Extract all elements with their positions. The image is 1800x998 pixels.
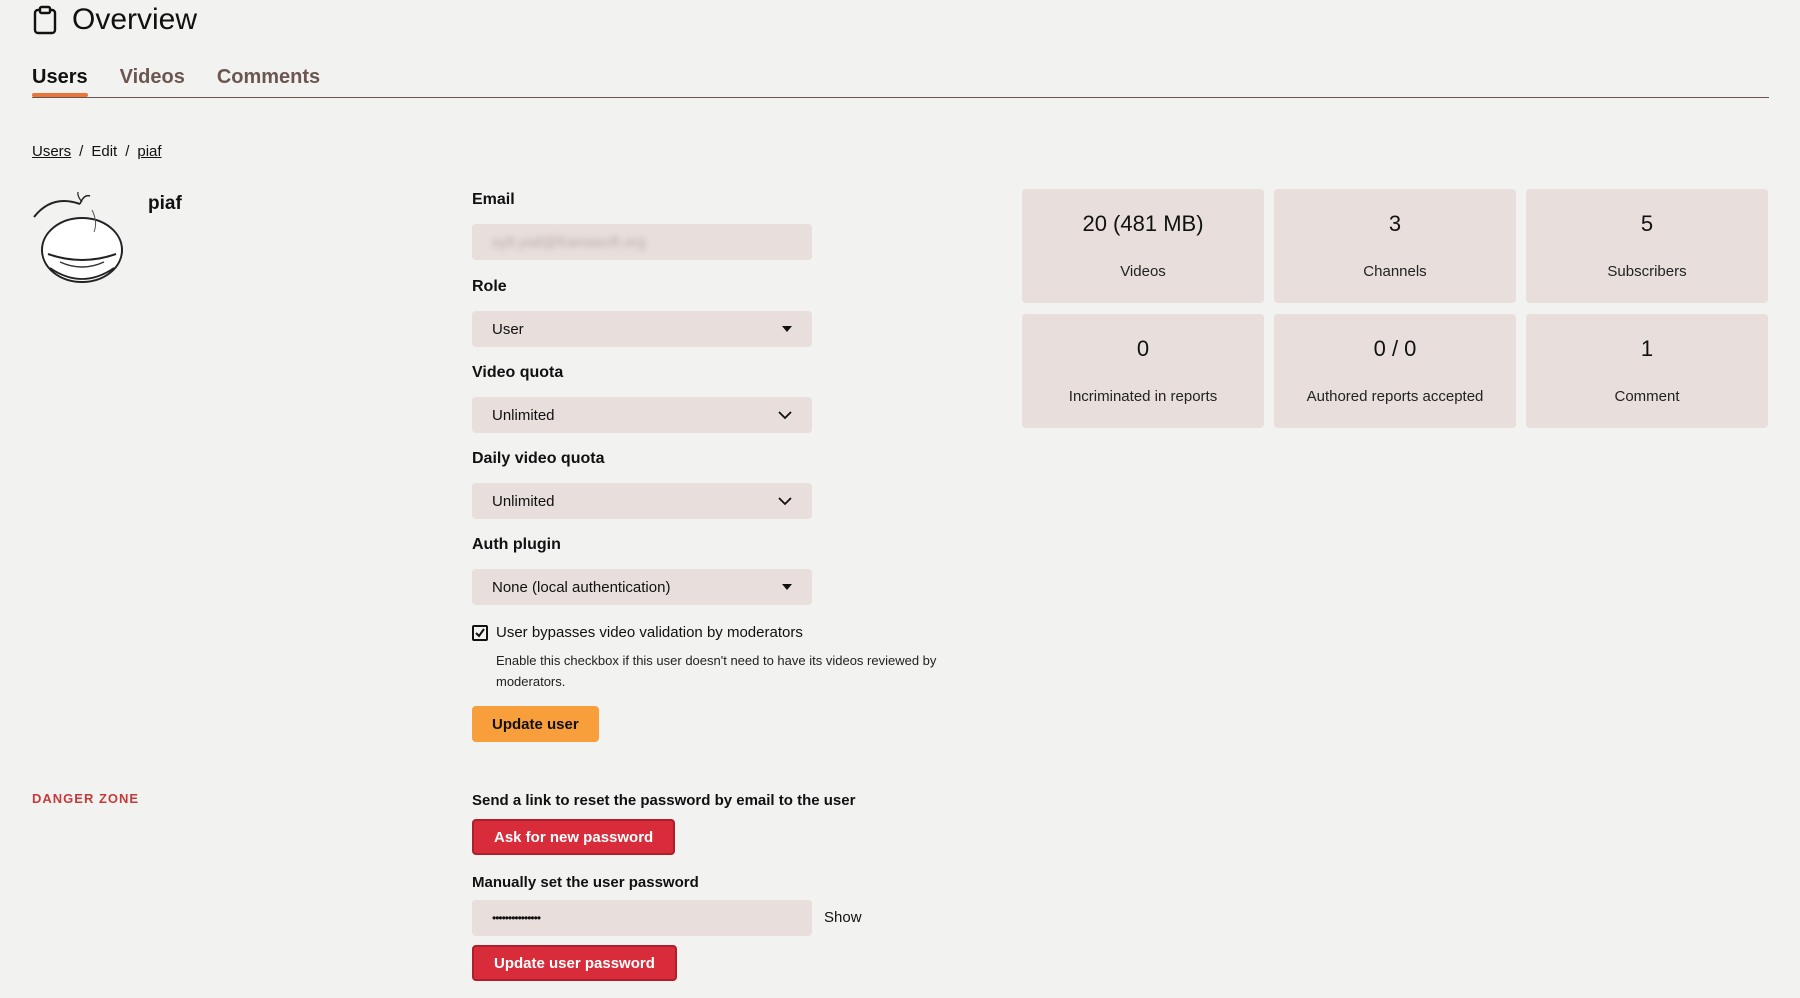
breadcrumb-user-link[interactable]: piaf: [137, 143, 161, 160]
video-quota-label: Video quota: [472, 364, 564, 381]
page-header: Overview: [32, 2, 197, 38]
user-name: piaf: [148, 193, 182, 214]
stat-label: Incriminated in reports: [1068, 388, 1218, 405]
stat-label: Subscribers: [1607, 263, 1687, 280]
stat-label: Channels: [1363, 263, 1427, 280]
role-value: User: [492, 320, 524, 338]
stat-label: Authored reports accepted: [1306, 388, 1484, 405]
stat-value: 1: [1640, 336, 1654, 361]
stat-value: 3: [1388, 211, 1402, 236]
show-password-toggle[interactable]: Show: [824, 909, 862, 926]
stat-videos: 20 (481 MB) Videos: [1022, 189, 1264, 303]
stat-authored-reports: 0 / 0 Authored reports accepted: [1274, 314, 1516, 428]
breadcrumb-edit: Edit: [91, 143, 118, 160]
bypass-checkbox[interactable]: [472, 624, 488, 641]
tabs-divider: [32, 97, 1769, 98]
daily-quota-value: Unlimited: [492, 492, 555, 510]
stat-subscribers: 5 Subscribers: [1526, 189, 1768, 303]
tab-comments[interactable]: Comments: [217, 66, 320, 97]
tab-users[interactable]: Users: [32, 66, 88, 97]
bypass-checkbox-row[interactable]: User bypasses video validation by modera…: [472, 624, 803, 641]
update-user-password-button[interactable]: Update user password: [472, 945, 677, 981]
reset-password-label: Send a link to reset the password by ema…: [472, 792, 856, 809]
breadcrumb-separator: /: [125, 143, 130, 160]
stat-channels: 3 Channels: [1274, 189, 1516, 303]
stat-value: 0 / 0: [1373, 336, 1417, 361]
danger-zone-title: DANGER ZONE: [32, 791, 140, 806]
stat-incriminated-reports: 0 Incriminated in reports: [1022, 314, 1264, 428]
stat-label: Comment: [1614, 388, 1680, 405]
manual-password-label: Manually set the user password: [472, 874, 699, 891]
auth-plugin-select[interactable]: None (local authentication): [472, 569, 812, 605]
daily-quota-label: Daily video quota: [472, 450, 605, 467]
avatar: [32, 191, 132, 292]
role-label: Role: [472, 278, 507, 295]
breadcrumb-separator: /: [79, 143, 84, 160]
stat-label: Videos: [1120, 263, 1166, 280]
stat-value: 5: [1640, 211, 1654, 236]
email-value: sylt.yiaf@framasoft.org: [492, 233, 646, 251]
auth-plugin-label: Auth plugin: [472, 536, 561, 553]
email-field[interactable]: sylt.yiaf@framasoft.org: [472, 224, 812, 260]
video-quota-value: Unlimited: [492, 406, 555, 424]
email-label: Email: [472, 191, 515, 208]
chevron-down-icon: [778, 407, 792, 424]
caret-down-icon: [782, 584, 792, 590]
breadcrumb-users-link[interactable]: Users: [32, 143, 71, 160]
password-field[interactable]: •••••••••••••••: [472, 900, 812, 936]
role-select[interactable]: User: [472, 311, 812, 347]
chevron-down-icon: [778, 493, 792, 510]
stat-comments: 1 Comment: [1526, 314, 1768, 428]
daily-quota-select[interactable]: Unlimited: [472, 483, 812, 519]
stat-value: 20 (481 MB): [1082, 211, 1204, 236]
page-title: Overview: [72, 3, 198, 36]
password-value: •••••••••••••••: [492, 911, 541, 925]
clipboard-icon: [32, 5, 58, 35]
bypass-help-text: Enable this checkbox if this user doesn'…: [496, 653, 937, 689]
video-quota-select[interactable]: Unlimited: [472, 397, 812, 433]
bypass-checkbox-label: User bypasses video validation by modera…: [496, 624, 803, 641]
auth-plugin-value: None (local authentication): [492, 578, 671, 596]
update-user-button[interactable]: Update user: [472, 706, 599, 742]
stat-value: 0: [1136, 336, 1150, 361]
caret-down-icon: [782, 326, 792, 332]
ask-new-password-button[interactable]: Ask for new password: [472, 819, 676, 855]
tab-bar: Users Videos Comments: [32, 66, 320, 97]
breadcrumb: Users / Edit / piaf: [32, 143, 162, 160]
tab-videos[interactable]: Videos: [120, 66, 185, 97]
